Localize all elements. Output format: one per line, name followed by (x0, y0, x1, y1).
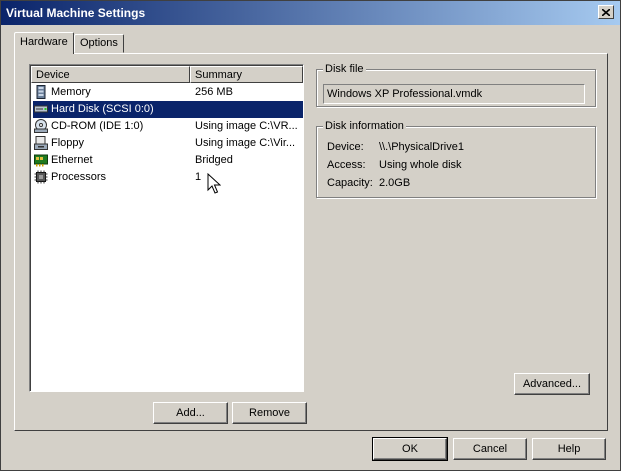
close-button[interactable] (598, 5, 614, 19)
floppy-icon (34, 136, 48, 150)
device-list-header: Device Summary (31, 66, 303, 83)
device-summary: Bridged (195, 154, 233, 166)
device-name: Memory (51, 86, 91, 98)
title-bar[interactable]: Virtual Machine Settings (1, 1, 620, 25)
device-name: CD-ROM (IDE 1:0) (51, 120, 144, 132)
disk-device-value: \\.\PhysicalDrive1 (379, 141, 464, 153)
virtual-machine-settings-dialog: Virtual Machine Settings Hardware Option… (0, 0, 621, 471)
device-row-cdrom[interactable]: CD-ROM (IDE 1:0) Using image C:\VR... (33, 118, 303, 135)
disk-information-group: Disk information Device: \\.\PhysicalDri… (316, 120, 596, 198)
tab-hardware[interactable]: Hardware (14, 32, 74, 54)
tab-options[interactable]: Options (74, 34, 124, 53)
memory-icon (36, 85, 46, 99)
device-row-hard-disk[interactable]: Hard Disk (SCSI 0:0) (33, 101, 303, 118)
device-row-ethernet[interactable]: Ethernet Bridged (33, 152, 303, 169)
device-summary: Using image C:\Vir... (195, 137, 296, 149)
disk-file-field[interactable]: Windows XP Professional.vmdk (323, 84, 585, 104)
tab-hardware-label: Hardware (20, 36, 68, 48)
device-row-memory[interactable]: Memory 256 MB (33, 84, 303, 101)
advanced-button[interactable]: Advanced... (514, 373, 590, 395)
device-name: Floppy (51, 137, 85, 149)
device-summary: Using image C:\VR... (195, 120, 298, 132)
remove-device-button[interactable]: Remove (232, 402, 307, 424)
device-row-floppy[interactable]: Floppy Using image C:\Vir... (33, 135, 303, 152)
mouse-pointer-icon (207, 173, 221, 194)
device-name: Ethernet (51, 154, 93, 166)
device-name: Processors (51, 171, 107, 183)
cdrom-icon (34, 119, 48, 133)
add-device-button[interactable]: Add... (153, 402, 228, 424)
disk-access-value: Using whole disk (379, 159, 462, 171)
cancel-button[interactable]: Cancel (453, 438, 527, 460)
device-rows: Memory 256 MB Hard Disk (SCSI 0:0) CD-RO… (33, 84, 303, 186)
disk-information-legend: Disk information (323, 120, 406, 132)
help-button[interactable]: Help (532, 438, 606, 460)
column-header-summary[interactable]: Summary (190, 66, 303, 83)
disk-file-legend: Disk file (323, 63, 366, 75)
processor-icon (34, 170, 48, 184)
ok-button[interactable]: OK (372, 437, 448, 461)
column-header-device[interactable]: Device (31, 66, 190, 83)
disk-capacity-value: 2.0GB (379, 177, 411, 189)
tab-options-label: Options (80, 37, 118, 49)
device-row-processors[interactable]: Processors 1 (33, 169, 303, 186)
disk-device-label: Device: (327, 141, 364, 153)
device-name: Hard Disk (SCSI 0:0) (51, 103, 154, 115)
disk-capacity-label: Capacity: (327, 177, 373, 189)
hardware-tab-panel: Device Summary Memory 256 MB Hard Disk (… (14, 53, 608, 431)
device-list[interactable]: Device Summary Memory 256 MB Hard Disk (… (29, 64, 304, 392)
window-title: Virtual Machine Settings (6, 6, 146, 20)
ethernet-icon (34, 154, 48, 167)
disk-access-label: Access: (327, 159, 366, 171)
close-icon (602, 8, 610, 16)
device-summary: 256 MB (195, 86, 233, 98)
disk-file-group: Disk file Windows XP Professional.vmdk (316, 63, 596, 107)
hard-disk-icon (34, 105, 48, 113)
